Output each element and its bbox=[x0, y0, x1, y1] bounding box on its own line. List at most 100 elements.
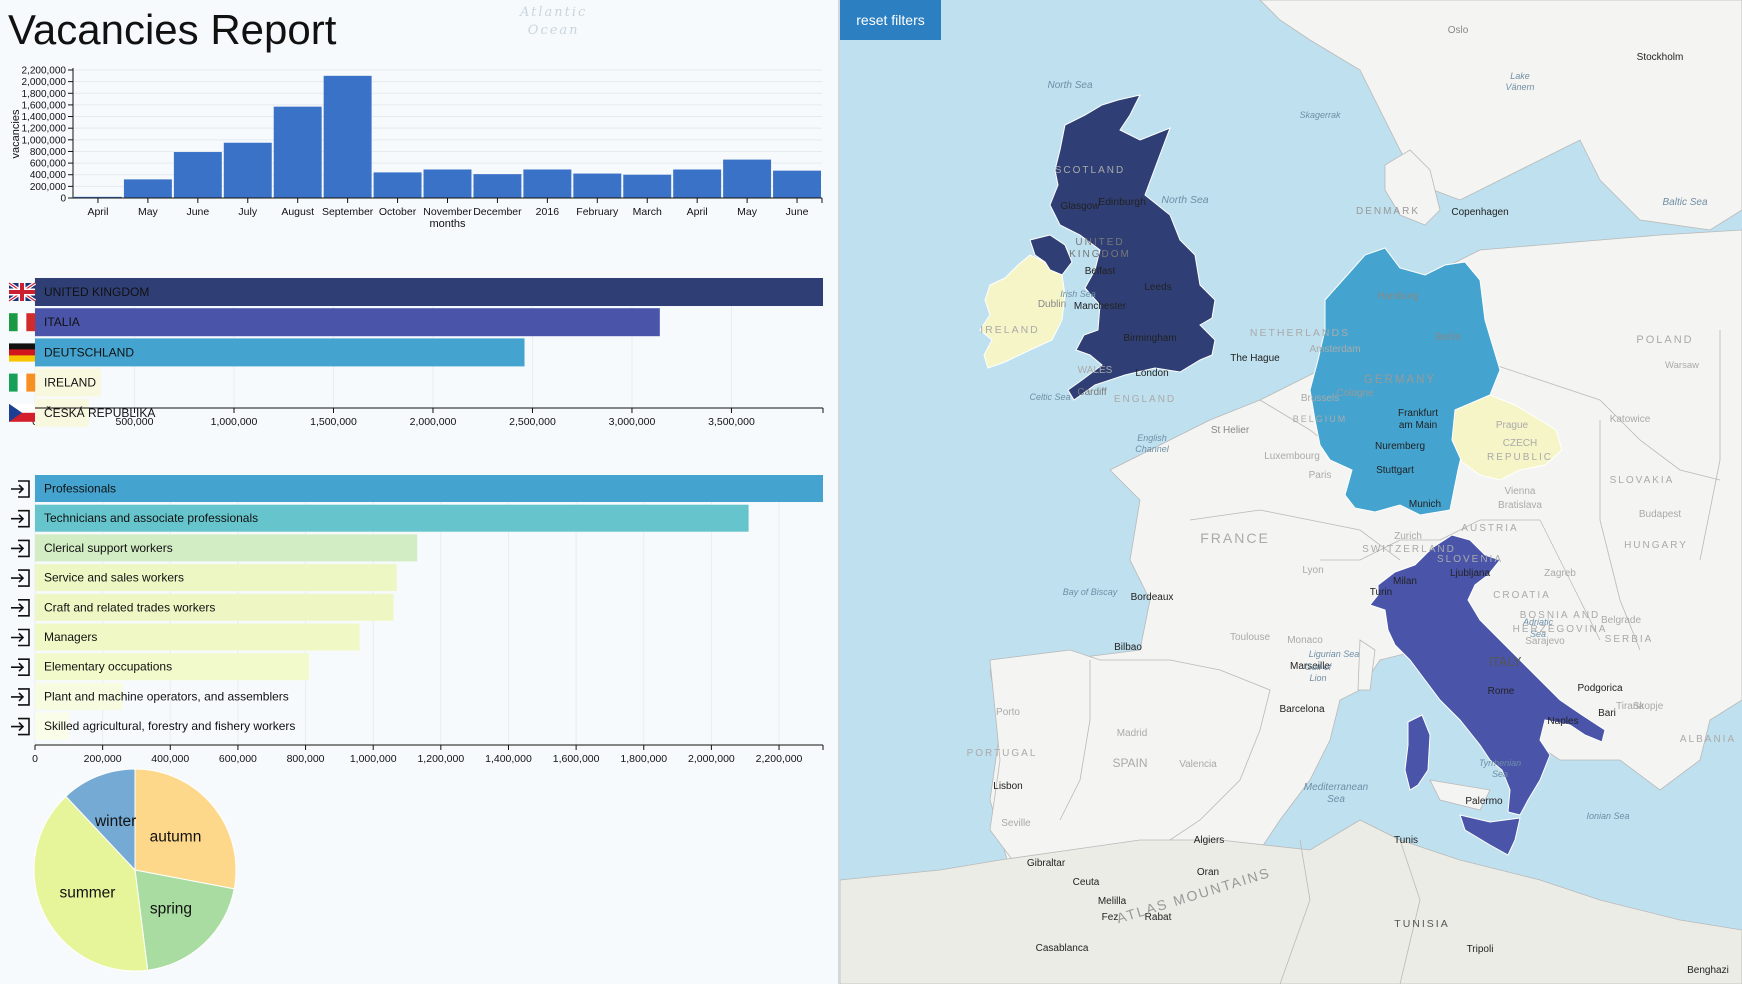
month-bar[interactable] bbox=[373, 172, 422, 198]
map-place-label: SCOTLAND bbox=[1055, 165, 1125, 176]
map-place-label: Monaco bbox=[1287, 635, 1323, 646]
map-place-label: SLOVAKIA bbox=[1610, 475, 1675, 486]
country-shape-ireland[interactable] bbox=[979, 254, 1066, 369]
occupation-label: Clerical support workers bbox=[44, 541, 173, 555]
map-place-label: Birmingham bbox=[1123, 333, 1176, 344]
drill-down-icon[interactable] bbox=[11, 509, 30, 528]
map-place-label: HUNGARY bbox=[1624, 540, 1688, 551]
map-place-label: Baltic Sea bbox=[1662, 197, 1707, 208]
occupation-label: Professionals bbox=[44, 482, 116, 496]
country-shape-sardinia[interactable] bbox=[1404, 714, 1431, 791]
month-bar[interactable] bbox=[573, 173, 622, 198]
month-bar[interactable] bbox=[773, 170, 821, 198]
map-place-label: KINGDOM bbox=[1069, 249, 1131, 260]
map-place-label: English bbox=[1137, 433, 1167, 443]
map-place-label: Ligurian Sea bbox=[1309, 649, 1360, 659]
drill-down-arrow bbox=[11, 722, 25, 732]
map-place-label: GERMANY bbox=[1364, 374, 1436, 386]
map-place-label: Seville bbox=[1001, 818, 1031, 829]
x-tick-label: May bbox=[138, 206, 159, 218]
map-place-label: Belfast bbox=[1085, 266, 1116, 277]
y-tick-label: 1,200,000 bbox=[22, 124, 67, 135]
flag-stripe bbox=[9, 355, 35, 362]
map-place-label: Bari bbox=[1598, 708, 1616, 719]
y-tick-label: 800,000 bbox=[30, 147, 67, 158]
country-label: UNITED KINGDOM bbox=[44, 285, 149, 299]
drill-down-icon[interactable] bbox=[11, 717, 30, 736]
map-place-label: North Sea bbox=[1161, 194, 1208, 206]
x-tick-label: 2,200,000 bbox=[756, 753, 803, 765]
map-place-label: Casablanca bbox=[1036, 943, 1089, 954]
month-bar[interactable] bbox=[523, 169, 572, 198]
occupation-vacancies-chart: 0 200,000 400,000 600,000 800,000 1,000,000 1,… bbox=[11, 475, 824, 765]
x-tick-label: March bbox=[633, 206, 662, 218]
drill-down-arrow bbox=[11, 484, 25, 494]
month-bar[interactable] bbox=[223, 142, 272, 198]
y-tick-label: 400,000 bbox=[30, 170, 67, 181]
occupation-label: Plant and machine operators, and assembl… bbox=[44, 689, 289, 703]
map-place-label: Copenhagen bbox=[1451, 207, 1508, 218]
drill-down-icon[interactable] bbox=[11, 688, 30, 706]
drill-down-icon[interactable] bbox=[11, 658, 30, 676]
map-place-label: Prague bbox=[1496, 420, 1529, 431]
drill-down-icon[interactable] bbox=[11, 539, 30, 558]
y-tick-label: 2,200,000 bbox=[22, 66, 67, 77]
country-label: ITALIA bbox=[44, 315, 80, 329]
map-place-label: Nuremberg bbox=[1375, 441, 1425, 452]
y-tick-label: 1,000,000 bbox=[22, 135, 67, 146]
month-bar[interactable] bbox=[173, 152, 222, 198]
month-bar[interactable] bbox=[473, 174, 522, 198]
drill-down-icon[interactable] bbox=[11, 599, 30, 617]
map-place-label: Palermo bbox=[1465, 796, 1503, 807]
x-tick-label: 1,600,000 bbox=[553, 753, 600, 765]
map-place-label: North Sea bbox=[1047, 80, 1092, 91]
map-place-label: Belgrade bbox=[1601, 615, 1641, 626]
month-bar[interactable] bbox=[673, 169, 722, 198]
month-bar[interactable] bbox=[323, 75, 372, 198]
country-bar[interactable] bbox=[35, 278, 823, 306]
map-place-label: Rome bbox=[1488, 686, 1515, 697]
map-place-label: Barcelona bbox=[1279, 704, 1324, 715]
ie-flag-icon bbox=[9, 373, 36, 392]
y-tick-label: 1,600,000 bbox=[22, 100, 67, 111]
x-tick-label: 0 bbox=[32, 753, 38, 765]
reset-filters-button[interactable]: reset filters bbox=[840, 0, 941, 40]
map-place-label: FRANCE bbox=[1200, 530, 1270, 546]
map-place-label: Ionian Sea bbox=[1586, 811, 1629, 821]
flag-stripe bbox=[17, 313, 27, 332]
map-place-label: CZECH bbox=[1503, 438, 1537, 449]
map-place-label: Lyon bbox=[1302, 565, 1323, 576]
drill-down-arrow bbox=[11, 692, 25, 702]
map-place-label: am Main bbox=[1399, 420, 1437, 431]
month-bar[interactable] bbox=[723, 159, 772, 198]
cz-flag-icon bbox=[9, 403, 35, 422]
month-bar[interactable] bbox=[623, 174, 672, 198]
map-canvas[interactable]: North Sea North Sea Skagerrak Baltic Sea Osl… bbox=[840, 0, 1742, 984]
drill-down-icon[interactable] bbox=[11, 569, 30, 587]
map-place-label: Oran bbox=[1197, 867, 1219, 878]
map-place-label: Valencia bbox=[1179, 759, 1217, 770]
drill-down-icon[interactable] bbox=[11, 628, 30, 647]
x-tick-label: 2,000,000 bbox=[688, 753, 735, 765]
map-place-label: ENGLAND bbox=[1114, 394, 1176, 405]
map-watermark: Atlantic Ocean bbox=[520, 4, 587, 40]
drill-down-arrow bbox=[11, 632, 25, 643]
map-place-label: REPUBLIC bbox=[1487, 452, 1553, 463]
flag-stripe bbox=[9, 349, 35, 356]
month-bar[interactable] bbox=[123, 179, 172, 198]
map-place-label: Channel bbox=[1135, 444, 1170, 454]
map-place-label: Lisbon bbox=[993, 781, 1022, 792]
drill-down-icon[interactable] bbox=[11, 480, 30, 498]
map-place-label: Porto bbox=[996, 707, 1020, 718]
month-bar[interactable] bbox=[273, 106, 322, 198]
country-shape-sicily[interactable] bbox=[1459, 814, 1521, 856]
occupation-bar[interactable] bbox=[35, 475, 823, 502]
map-place-label: BELGIUM bbox=[1293, 414, 1348, 424]
month-bar[interactable] bbox=[423, 169, 472, 198]
europe-map[interactable]: North Sea North Sea Skagerrak Baltic Sea Osl… bbox=[840, 0, 1742, 984]
occupation-label: Technicians and associate professionals bbox=[44, 511, 258, 525]
country-bar[interactable] bbox=[35, 308, 660, 337]
x-tick-label: 3,500,000 bbox=[708, 416, 755, 428]
y-tick-label: 0 bbox=[60, 194, 66, 205]
map-place-label: Bilbao bbox=[1114, 642, 1142, 653]
